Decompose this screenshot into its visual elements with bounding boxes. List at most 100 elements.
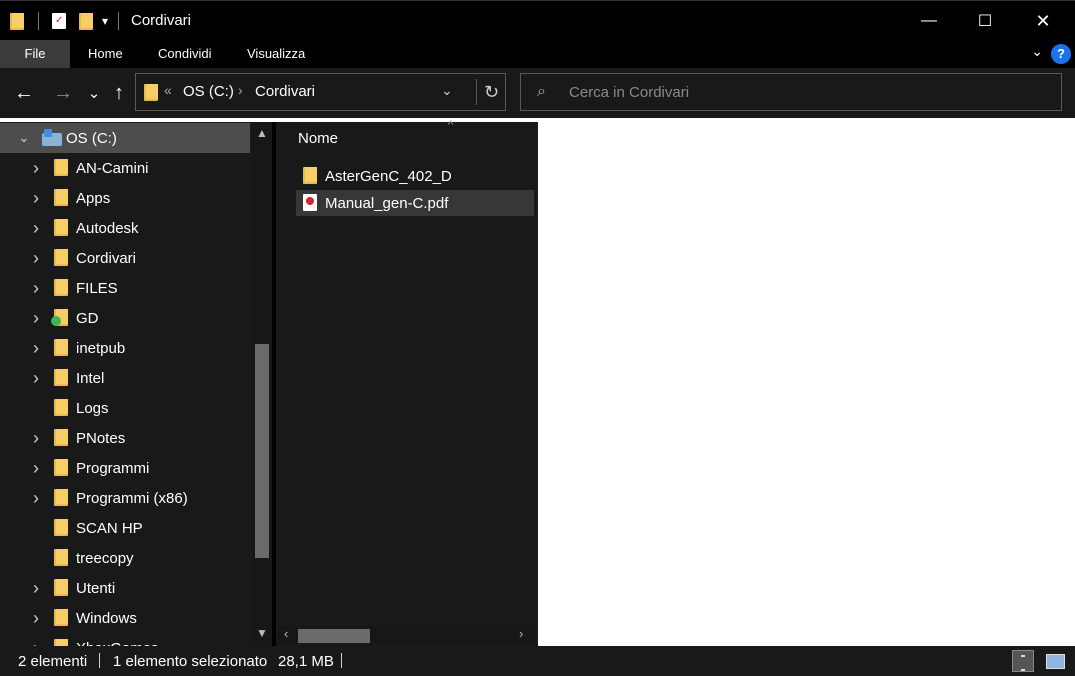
file-row[interactable]: AsterGenC_402_D <box>296 163 534 189</box>
large-icons-view-icon[interactable] <box>1044 650 1066 672</box>
folder-icon <box>54 249 68 266</box>
tree-item-label: Intel <box>76 369 105 387</box>
scroll-right-arrow[interactable]: › <box>519 626 523 641</box>
breadcrumb-cordivari[interactable]: Cordivari <box>255 83 315 100</box>
chevron-right-icon[interactable]: › <box>30 578 42 599</box>
file-name: Manual_gen-C.pdf <box>325 194 449 212</box>
tree-item-pnotes[interactable]: › PNotes <box>0 423 250 453</box>
tree-item-label: treecopy <box>76 549 134 567</box>
tree-item-windows[interactable]: › Windows <box>0 603 250 633</box>
address-bar[interactable]: « OS (C:) › Cordivari ⌄ ↻ <box>135 73 506 111</box>
tab-file[interactable]: File <box>0 40 70 68</box>
help-icon[interactable]: ? <box>1051 44 1071 64</box>
chevron-right-icon[interactable]: › <box>30 308 42 329</box>
forward-button[interactable]: → <box>49 78 77 108</box>
search-input[interactable] <box>569 80 1029 104</box>
chevron-down-icon[interactable]: ⌄ <box>1031 43 1043 60</box>
scroll-left-arrow[interactable]: ‹ <box>284 626 288 641</box>
divider <box>118 12 120 30</box>
tree-item-programmi[interactable]: › Programmi <box>0 453 250 483</box>
column-header-name[interactable]: Nome <box>298 130 338 147</box>
search-box[interactable]: ⌕ <box>520 73 1062 111</box>
tree-item-utenti[interactable]: › Utenti <box>0 573 250 603</box>
folder-icon <box>54 639 68 646</box>
chevron-right-icon[interactable]: › <box>30 188 42 209</box>
tab-home[interactable]: Home <box>72 40 139 68</box>
selection-count: 1 elemento selezionato <box>113 653 268 670</box>
divider <box>38 12 39 30</box>
chevron-right-icon[interactable]: › <box>30 278 42 299</box>
tree-item-os-c[interactable]: ⌄ OS (C:) <box>0 123 250 153</box>
tree-item-label: Windows <box>76 609 137 627</box>
tree-item-cordivari[interactable]: › Cordivari <box>0 243 250 273</box>
tree-item-label: OS (C:) <box>66 129 117 147</box>
folder-icon <box>54 159 68 176</box>
tree-item-treecopy[interactable]: treecopy <box>0 543 250 573</box>
tree-item-label: GD <box>76 309 99 327</box>
preview-pane <box>538 122 1075 646</box>
folder-icon <box>10 12 24 30</box>
divider <box>99 653 100 668</box>
chevron-right-icon[interactable]: › <box>30 638 42 647</box>
chevron-right-icon[interactable]: › <box>30 218 42 239</box>
chevron-right-icon[interactable]: › <box>30 368 42 389</box>
scrollbar-thumb[interactable] <box>298 629 370 643</box>
tree-item-autodesk[interactable]: › Autodesk <box>0 213 250 243</box>
maximize-button[interactable]: ☐ <box>956 1 1014 41</box>
sort-ascending-icon: ^ <box>448 119 454 131</box>
tree-item-scan-hp[interactable]: SCAN HP <box>0 513 250 543</box>
refresh-button[interactable]: ↻ <box>476 79 506 105</box>
tree-item-intel[interactable]: › Intel <box>0 363 250 393</box>
window-title: Cordivari <box>131 12 192 29</box>
pdf-file-icon <box>303 194 317 211</box>
chevron-right-icon[interactable]: › <box>30 488 42 509</box>
folder-icon <box>54 399 68 416</box>
tree-item-xboxgames[interactable]: ›XboxGames <box>0 633 250 646</box>
recent-locations-button[interactable]: ⌄ <box>80 78 108 108</box>
close-button[interactable]: ✕ <box>1014 1 1072 41</box>
scrollbar-thumb[interactable] <box>255 344 269 558</box>
selection-size: 28,1 MB <box>278 653 334 670</box>
tree-item-inetpub[interactable]: › inetpub <box>0 333 250 363</box>
breadcrumb-overflow[interactable]: « <box>164 82 172 98</box>
tree-item-logs[interactable]: Logs <box>0 393 250 423</box>
new-folder-icon[interactable] <box>79 12 93 30</box>
tree-item-programmi-x86[interactable]: › Programmi (x86) <box>0 483 250 513</box>
tree-item-gd[interactable]: › GD <box>0 303 250 333</box>
scroll-up-arrow[interactable]: ▲ <box>252 126 272 140</box>
back-button[interactable]: ← <box>10 78 38 108</box>
details-view-icon[interactable] <box>1012 650 1034 672</box>
tab-condividi[interactable]: Condividi <box>142 40 227 68</box>
tree-item-apps[interactable]: › Apps <box>0 183 250 213</box>
breadcrumb-separator[interactable]: › <box>238 82 243 98</box>
navigation-pane: ⌄ OS (C:) › AN-Camini › Apps › Autodesk › Cordi… <box>0 122 272 646</box>
tree-item-an-camini[interactable]: › AN-Camini <box>0 153 250 183</box>
chevron-right-icon[interactable]: › <box>30 608 42 629</box>
vertical-scrollbar[interactable]: ▲ ▼ <box>252 122 272 646</box>
folder-icon <box>54 339 68 356</box>
divider <box>341 653 342 668</box>
chevron-right-icon[interactable]: › <box>30 248 42 269</box>
title-bar: ✓ ▾ Cordivari — ☐ ✕ <box>0 0 1075 40</box>
file-row[interactable]: Manual_gen-C.pdf <box>296 190 534 216</box>
breadcrumb-os-c[interactable]: OS (C:) <box>183 83 234 100</box>
tree-item-files[interactable]: › FILES <box>0 273 250 303</box>
up-button[interactable]: ↑ <box>105 78 133 108</box>
tree-item-label: Autodesk <box>76 219 139 237</box>
folder-icon <box>144 84 158 101</box>
status-bar: 2 elementi 1 elemento selezionato 28,1 M… <box>0 646 1075 676</box>
properties-icon[interactable]: ✓ <box>52 13 66 29</box>
tab-visualizza[interactable]: Visualizza <box>231 40 321 68</box>
customize-quick-access-icon[interactable]: ▾ <box>102 14 108 28</box>
horizontal-scrollbar[interactable]: ‹ › <box>278 626 536 644</box>
minimize-button[interactable]: — <box>900 1 958 41</box>
chevron-right-icon[interactable]: › <box>30 458 42 479</box>
address-dropdown-icon[interactable]: ⌄ <box>441 82 453 99</box>
quick-access-toolbar: ✓ ▾ <box>10 9 120 33</box>
chevron-right-icon[interactable]: › <box>30 428 42 449</box>
chevron-down-icon[interactable]: ⌄ <box>18 130 30 146</box>
tree-item-label: SCAN HP <box>76 519 143 537</box>
chevron-right-icon[interactable]: › <box>30 338 42 359</box>
chevron-right-icon[interactable]: › <box>30 158 42 179</box>
scroll-down-arrow[interactable]: ▼ <box>252 626 272 640</box>
